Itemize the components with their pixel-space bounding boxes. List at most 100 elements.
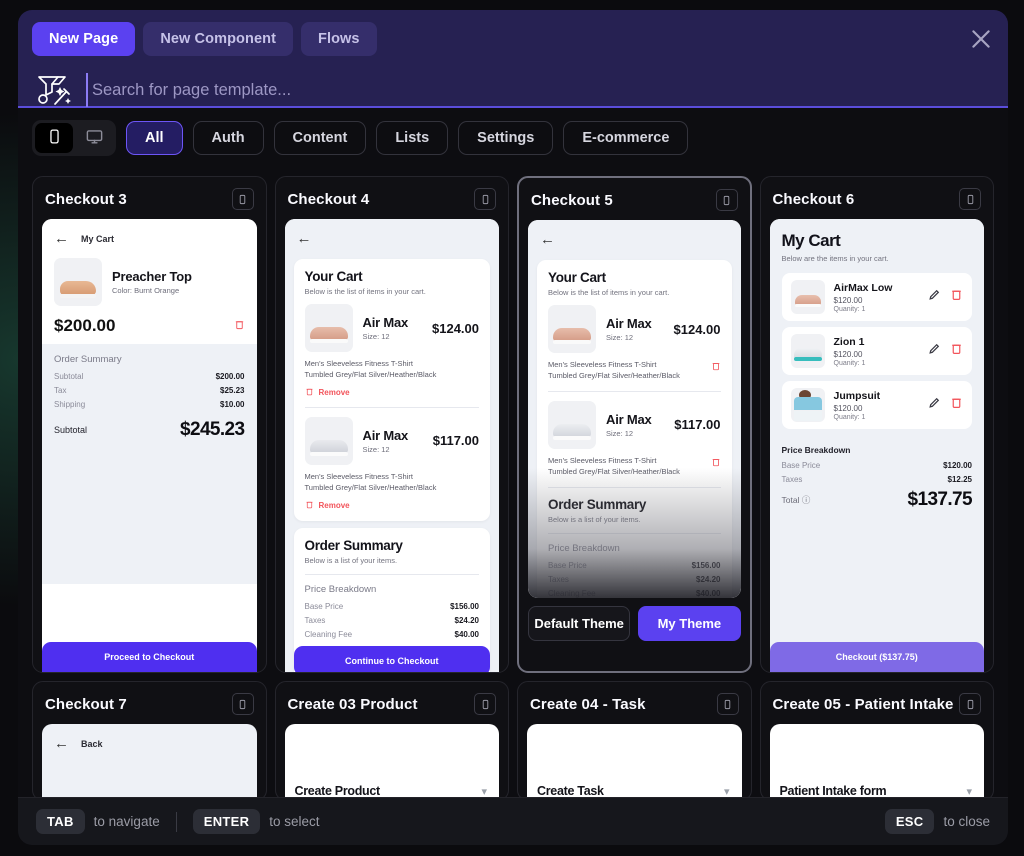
summary-line: Taxes $12.25 [782, 475, 973, 484]
product-price: $124.00 [673, 321, 721, 337]
phone-mock: ← Your Cart Below is the list of items i… [528, 220, 741, 598]
summary-line: Shipping $10.00 [54, 400, 245, 409]
divider [548, 390, 721, 392]
continue-to-checkout-button[interactable]: Continue to Checkout [293, 646, 490, 672]
line-label: Subtotal [54, 372, 84, 381]
delete-icon[interactable] [950, 288, 963, 306]
summary-total: Subtotal $245.23 [54, 419, 245, 441]
default-theme-button[interactable]: Default Theme [528, 606, 631, 641]
delete-icon[interactable] [711, 358, 721, 376]
line-label: Taxes [304, 615, 326, 625]
template-card-checkout-7[interactable]: Checkout 7 ← Back [32, 681, 267, 797]
filter-pill-content[interactable]: Content [273, 121, 367, 155]
product-price: $120.00 [833, 295, 863, 305]
template-card-checkout-5[interactable]: Checkout 5 ← Your Cart Below is the list… [517, 176, 752, 673]
product-size: Size: 12 [606, 428, 634, 438]
phone-mock: ← Your Cart Below is the list of items i… [284, 219, 500, 672]
cart-title: Your Cart [304, 269, 363, 284]
close-icon[interactable] [968, 26, 994, 52]
info-icon[interactable]: ⓘ [802, 495, 811, 505]
line-value: $200.00 [215, 372, 245, 381]
template-card-checkout-3[interactable]: Checkout 3 ← My Cart Preacher Top Color:… [32, 176, 267, 673]
template-card-create-05-patient-intake[interactable]: Create 05 - Patient Intake Patient Intak… [759, 681, 994, 798]
price-breakdown-label: Price Breakdown [304, 583, 377, 595]
cart-item-row: Jumpsuit $120.00 Quanity: 1 [781, 381, 972, 429]
mock-topbar: ← [528, 220, 741, 253]
template-card-create-03-product[interactable]: Create 03 Product Create Product ▾ [274, 681, 509, 798]
cart-item-row: Air Max Size: 12 $117.00 [548, 400, 721, 449]
cart-card: Your Cart Below is the list of items in … [537, 260, 732, 598]
filter-pill-all[interactable]: All [126, 121, 183, 155]
esc-key-badge: ESC [884, 809, 935, 834]
checkout-button[interactable]: Checkout ($137.75) [769, 642, 984, 672]
remove-item-button[interactable]: Remove [305, 500, 480, 511]
card-preview: ← Your Cart Below is the list of items i… [528, 220, 741, 598]
device-mobile-button[interactable] [35, 123, 73, 153]
line-value: $156.00 [691, 560, 721, 570]
back-arrow-icon[interactable]: ← [540, 232, 555, 247]
product-name: AirMax Low [833, 281, 893, 294]
tab-flows[interactable]: Flows [301, 22, 377, 56]
tab-hint-label: to navigate [93, 814, 160, 829]
delete-icon[interactable] [234, 317, 245, 335]
desktop-icon [85, 127, 104, 149]
edit-icon[interactable] [928, 396, 941, 414]
mobile-badge-icon [474, 693, 496, 715]
chevron-down-icon[interactable]: ▾ [481, 785, 487, 798]
phone-mock: My Cart Below are the items in your cart… [769, 219, 984, 672]
template-card-create-04-task[interactable]: Create 04 - Task Create Task ▾ [517, 681, 752, 797]
chevron-down-icon[interactable]: ▾ [724, 785, 730, 798]
template-card-checkout-6[interactable]: Checkout 6 My Cart Below are the items i… [759, 176, 994, 673]
mobile-badge-icon [474, 188, 496, 210]
mock-topbar: ← [285, 219, 500, 252]
product-description: Men's Sleeveless Fitness T-Shirt Tumbled… [548, 456, 711, 478]
product-quantity: Quanity: 1 [833, 359, 866, 367]
edit-icon[interactable] [928, 288, 941, 306]
tab-new-page[interactable]: New Page [32, 22, 136, 56]
order-summary-title: Order Summary [304, 537, 403, 553]
edit-icon[interactable] [928, 342, 941, 360]
cart-item-row: AirMax Low $120.00 Quanity: 1 [781, 273, 972, 321]
back-arrow-icon[interactable]: ← [54, 231, 69, 246]
card-title: Create 05 - Patient Intake [772, 695, 954, 713]
search-row [32, 70, 994, 110]
search-input[interactable] [86, 73, 994, 107]
card-header: Create 05 - Patient Intake [761, 682, 994, 724]
proceed-to-checkout-button[interactable]: Proceed to Checkout [42, 642, 257, 672]
filter-pill-auth[interactable]: Auth [192, 121, 264, 155]
summary-line: Taxes $24.20 [548, 575, 721, 584]
remove-item-button[interactable]: Remove [305, 387, 480, 398]
summary-line: Cleaning Fee $40.00 [548, 589, 721, 598]
my-theme-button[interactable]: My Theme [638, 606, 741, 641]
cart-subtitle: Below is the list of items in your cart. [548, 288, 670, 297]
mobile-badge-icon [715, 189, 738, 211]
template-picker-modal: New Page New Component Flows Search for … [18, 10, 1008, 845]
delete-icon[interactable] [711, 454, 721, 472]
enter-hint-label: to select [269, 814, 320, 829]
divider [175, 811, 177, 832]
line-label: Base Price [548, 560, 587, 570]
back-arrow-icon[interactable]: ← [54, 736, 69, 751]
template-card-checkout-4[interactable]: Checkout 4 ← Your Cart Below is the list… [274, 176, 509, 673]
chevron-down-icon[interactable]: ▾ [966, 785, 972, 798]
summary-line: Taxes $24.20 [305, 616, 480, 625]
remove-label: Remove [318, 500, 350, 510]
product-thumbnail [790, 334, 825, 368]
device-desktop-button[interactable] [75, 123, 113, 153]
product-price: $117.00 [432, 433, 479, 449]
product-name: Air Max [606, 316, 652, 331]
product-name: Air Max [362, 427, 409, 443]
mock-topbar: ← My Cart [42, 219, 257, 252]
tab-new-component[interactable]: New Component [143, 22, 293, 56]
back-arrow-icon[interactable]: ← [297, 231, 312, 246]
mobile-badge-icon [959, 188, 981, 210]
template-grid-viewport[interactable]: Create Account Log In Checkout 3 ← [18, 168, 1008, 797]
filter-pill-lists[interactable]: Lists [376, 121, 449, 155]
delete-icon[interactable] [950, 342, 963, 360]
card-header: Checkout 3 [33, 177, 266, 219]
delete-icon[interactable] [950, 396, 963, 414]
cart-subtitle: Below is the list of items in your cart. [304, 287, 426, 296]
cart-item-row: Air Max Size: 12 $124.00 [304, 304, 479, 352]
filter-pill-ecommerce[interactable]: E-commerce [563, 121, 689, 155]
filter-pill-settings[interactable]: Settings [458, 121, 554, 155]
